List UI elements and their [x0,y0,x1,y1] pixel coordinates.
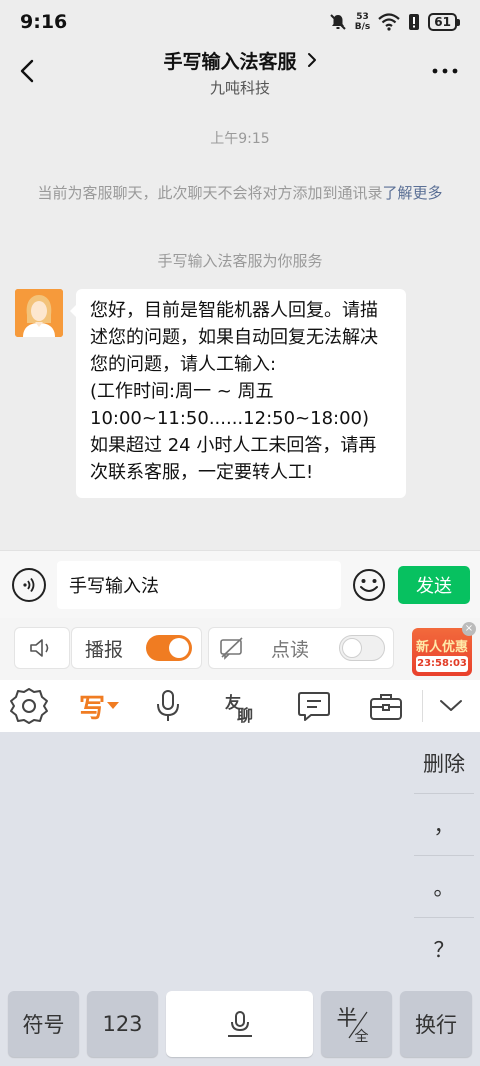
battery-icon: 61 [428,13,460,31]
system-notice: 当前为客服聊天，此次聊天不会将对方添加到通讯录了解更多 [36,182,444,204]
promo-close-icon[interactable]: × [462,622,476,636]
toolbox-icon [370,694,402,720]
keyboard-toolbar: 写 友 聊 [0,680,480,732]
more-dots-icon [432,68,458,74]
settings-icon [10,688,48,724]
chat-area: 上午9:15 当前为客服聊天，此次聊天不会将对方添加到通讯录了解更多 手写输入法… [0,102,480,550]
mic-icon [157,690,179,721]
broadcast-label: 播报 [85,638,124,661]
symbol-key[interactable]: 符号 [8,991,79,1057]
read-toggle[interactable] [339,635,385,661]
agent-avatar[interactable] [15,289,63,337]
page-title: 手写输入法客服 [163,50,297,73]
more-button[interactable] [430,58,460,84]
status-time: 9:16 [20,11,68,33]
promo-timer: 23:58:03 [416,656,468,672]
handwrite-mode-button[interactable]: 写 [74,686,124,726]
sound-button[interactable] [14,627,70,669]
speaker-icon [30,639,49,657]
header-center[interactable]: 手写输入法客服 九吨科技 [0,46,480,98]
read-control[interactable]: 点读 [208,627,394,669]
net-speed: 53 B/s [355,12,371,32]
header-title-row[interactable]: 手写输入法客服 [163,46,316,74]
net-speed-unit: B/s [354,22,371,32]
toolbox-button[interactable] [366,686,406,726]
read-label: 点读 [271,638,310,661]
period-key[interactable]: 。 [414,856,474,918]
mute-bell-icon [330,14,346,30]
promo-title: 新人优惠 [415,640,468,655]
chat-header: 手写输入法客服 九吨科技 [0,44,480,102]
keyboard-feature-bar: 播报 点读 新人优惠 23:58:03 × [0,618,480,680]
collapse-keyboard-button[interactable] [431,686,471,726]
broadcast-toggle[interactable] [146,635,192,661]
voice-input-button[interactable] [12,568,46,602]
dropdown-triangle-icon [107,702,119,709]
emoji-button[interactable] [352,568,386,602]
side-keys: 删除 ， 。 ？ [414,732,474,980]
number-key[interactable]: 123 [87,991,158,1057]
comma-key[interactable]: ， [414,794,474,856]
battery-alert-icon [409,14,420,30]
voice-keyboard-button[interactable] [148,686,188,726]
input-bar: 发送 [0,550,480,618]
chevron-down-icon [440,700,462,711]
status-icons: 53 B/s 61 [329,12,460,32]
mic-icon [227,1011,252,1037]
question-key[interactable]: ？ [414,918,474,980]
promo-badge[interactable]: 新人优惠 23:58:03 × [410,622,476,678]
friend-chat-icon: 友 聊 [225,693,253,724]
send-button[interactable]: 发送 [398,566,470,604]
service-notice: 手写输入法客服为你服务 [157,252,323,270]
read-disabled-icon [220,637,243,660]
write-label: 写 [78,693,105,724]
chat-timestamp: 上午9:15 [210,131,270,147]
svg-text:聊: 聊 [237,706,253,724]
space-voice-key[interactable] [166,991,313,1057]
agent-message-bubble[interactable]: 您好，目前是智能机器人回复。请描述您的问题，如果自动回复无法解决您的问题，请人工… [70,289,406,498]
chevron-right-icon [307,53,316,67]
emoji-icon [353,569,385,601]
half-full-width-key[interactable]: 半 全 [321,991,392,1057]
handwriting-keyboard[interactable]: 删除 ， 。 ？ 符号 123 半 全 换行 [0,732,480,1066]
page-subtitle: 九吨科技 [209,79,270,97]
quick-phrase-button[interactable] [294,686,334,726]
message-input[interactable] [57,561,341,609]
battery-level: 61 [428,13,457,31]
enter-key[interactable]: 换行 [400,991,472,1057]
delete-key[interactable]: 删除 [414,732,474,794]
wifi-icon [378,13,401,31]
friend-chat-button[interactable]: 友 聊 [221,686,261,726]
agent-avatar-icon [15,289,63,337]
net-speed-value: 53 [356,12,369,22]
broadcast-control[interactable]: 播报 [71,627,202,669]
settings-button[interactable] [9,686,49,726]
learn-more-link[interactable]: 了解更多 [383,184,443,202]
status-bar: 9:16 53 B/s 61 [0,0,480,44]
system-notice-text: 当前为客服聊天，此次聊天不会将对方添加到通讯录 [37,184,383,202]
voice-wave-icon [23,577,35,593]
quick-phrase-icon [298,692,330,721]
